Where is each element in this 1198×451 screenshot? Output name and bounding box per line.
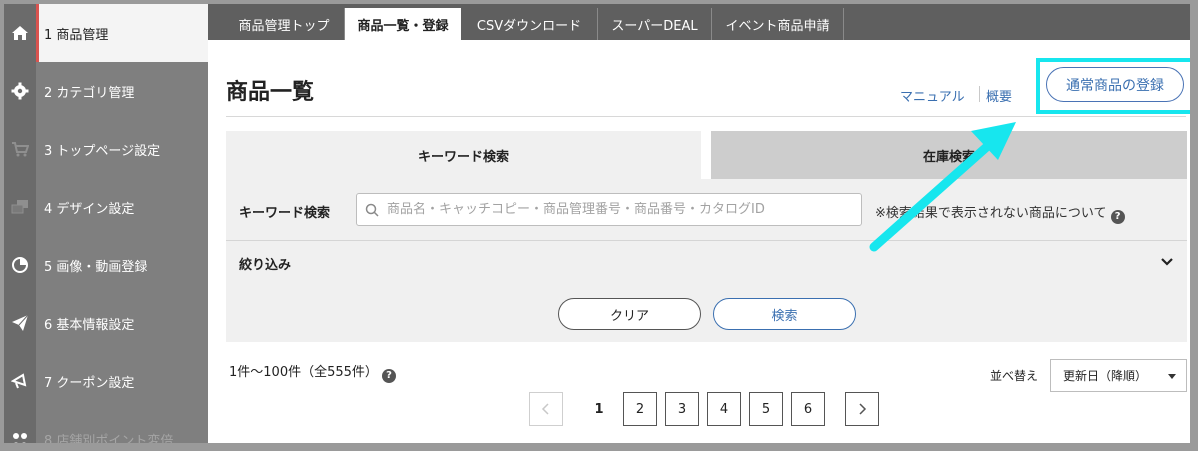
sidebar-item-label: 7 クーポン設定 [44,375,135,391]
page-current: 1 [582,392,616,426]
tab-stock-search[interactable]: 在庫検索 [711,131,1187,179]
sidebar-item-image-video[interactable]: 5 画像・動画登録 [4,236,208,294]
callout-highlight-box [1036,58,1190,114]
page-title: 商品一覧 [226,80,315,105]
result-count-text: 1件〜100件（全555件） [229,365,378,380]
sidebar-item-label: 5 画像・動画登録 [44,259,148,275]
top-tab-bar: 商品管理トップ 商品一覧・登録 CSVダウンロード スーパーDEAL イベント商… [208,4,1190,40]
result-count: 1件〜100件（全555件） ? [229,361,397,383]
megaphone-icon [4,352,36,410]
link-separator [979,86,980,102]
keyword-search-input[interactable] [387,202,847,217]
sidebar-item-category[interactable]: 2 カテゴリ管理 [4,62,208,120]
sidebar-item-basic-info[interactable]: 6 基本情報設定 [4,294,208,352]
sidebar-item-label: 2 カテゴリ管理 [44,85,135,101]
paper-plane-icon [4,294,36,352]
page-button[interactable]: 5 [749,392,783,426]
page-button[interactable]: 4 [707,392,741,426]
help-icon[interactable]: ? [382,368,397,383]
search-icon [357,203,387,217]
sidebar-item-label: 6 基本情報設定 [44,317,135,333]
home-icon [4,4,36,62]
overview-link[interactable]: 概要 [986,86,1012,105]
caret-down-icon [1168,374,1176,379]
sidebar-item-label: 4 デザイン設定 [44,201,135,217]
chevron-right-icon [859,403,867,415]
tab-product-list[interactable]: 商品一覧・登録 [345,8,461,40]
filter-label[interactable]: 絞り込み [239,254,291,273]
chevron-left-icon [541,403,549,415]
clear-button[interactable]: クリア [558,298,701,330]
keyword-label: キーワード検索 [239,206,331,221]
tab-product-top[interactable]: 商品管理トップ [224,8,345,40]
sort-select[interactable]: 更新日（降順） [1050,359,1187,392]
search-button[interactable]: 検索 [713,298,856,330]
chevron-down-icon[interactable] [1160,254,1174,273]
next-page-button[interactable] [845,392,879,426]
sidebar-item-store-points[interactable]: 8 店舗別ポイント変倍 [4,410,208,449]
users-icon [4,410,36,443]
tab-csv-download[interactable]: CSVダウンロード [461,8,598,40]
sort-select-value: 更新日（降順） [1063,369,1148,383]
page-button[interactable]: 6 [791,392,825,426]
sidebar-item-top-page[interactable]: 3 トップページ設定 [4,120,208,178]
pie-chart-icon [4,236,36,294]
tab-event-product[interactable]: イベント商品申請 [712,8,844,40]
sidebar-item-label: 3 トップページ設定 [44,143,161,159]
sidebar-item-product-management[interactable]: 1 商品管理 [4,4,208,62]
page-button[interactable]: 2 [623,392,657,426]
sidebar-item-design[interactable]: 4 デザイン設定 [4,178,208,236]
search-notice[interactable]: ※検索結果で表示されない商品について ? [875,202,1125,224]
sidebar-item-label: 1 商品管理 [44,27,109,43]
search-box[interactable] [356,193,862,226]
cart-icon [4,120,36,178]
title-divider [226,116,1186,117]
sidebar-item-coupon[interactable]: 7 クーポン設定 [4,352,208,410]
sidebar-item-label: 8 店舗別ポイント変倍 [44,433,174,449]
panel-divider [226,240,1187,241]
search-notice-text[interactable]: ※検索結果で表示されない商品について [875,206,1107,221]
gear-icon [4,62,36,120]
prev-page-button[interactable] [529,392,563,426]
sort-label: 並べ替え [990,369,1039,383]
windows-icon [4,178,36,236]
tab-super-deal[interactable]: スーパーDEAL [598,8,712,40]
page-button[interactable]: 3 [665,392,699,426]
manual-link[interactable]: マニュアル [900,86,965,105]
window-frame: 1 商品管理 2 カテゴリ管理 3 トップページ設定 4 デザイン設定 5 画像… [0,0,1198,451]
help-icon[interactable]: ? [1110,209,1125,224]
tab-keyword-search[interactable]: キーワード検索 [226,131,701,179]
